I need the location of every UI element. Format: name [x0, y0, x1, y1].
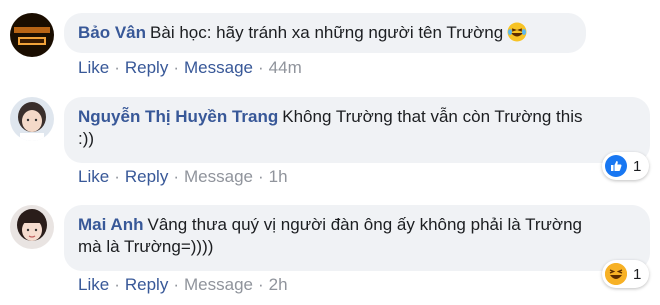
separator: · — [257, 167, 264, 186]
comment-actions: Like · Reply · Message · 1h — [78, 167, 288, 187]
like-reaction-icon — [605, 155, 627, 177]
separator: · — [257, 275, 264, 294]
comment-text-continued: :)) — [78, 129, 95, 148]
reply-link[interactable]: Reply — [125, 275, 168, 294]
reaction-summary[interactable]: 1 — [602, 260, 650, 288]
timestamp[interactable]: 44m — [269, 58, 302, 77]
comment-bubble: Mai Anh Vâng thưa quý vị người đàn ông ấy… — [64, 205, 650, 271]
separator: · — [114, 58, 120, 77]
comment-author[interactable]: Nguyễn Thị Huyền Trang — [78, 107, 278, 126]
message-link[interactable]: Message — [184, 58, 253, 77]
separator: · — [114, 167, 120, 186]
comment-text: Bài học: hãy tránh xa những người tên Tr… — [150, 23, 504, 42]
comment-line: Mai Anh Vâng thưa quý vị người đàn ông ấy… — [78, 214, 636, 236]
separator: · — [173, 58, 179, 77]
comment-line: Nguyễn Thị Huyền Trang Không Trường that … — [78, 106, 636, 128]
reaction-summary[interactable]: 1 — [602, 152, 650, 180]
like-link[interactable]: Like — [78, 167, 109, 186]
message-link[interactable]: Message — [184, 275, 253, 294]
avatar[interactable] — [10, 13, 54, 57]
comment-bubble: Nguyễn Thị Huyền Trang Không Trường that … — [64, 97, 650, 163]
comment-text-continued: mà là Trường=)))) — [78, 237, 214, 256]
reaction-count: 1 — [633, 157, 642, 175]
laughing-tears-emoji-icon — [507, 22, 527, 42]
separator: · — [173, 275, 179, 294]
avatar[interactable] — [10, 205, 54, 249]
reaction-count: 1 — [633, 265, 642, 283]
comment-text: Vâng thưa quý vị người đàn ông ấy không … — [147, 215, 582, 234]
separator: · — [114, 275, 120, 294]
like-link[interactable]: Like — [78, 58, 109, 77]
avatar[interactable] — [10, 97, 54, 141]
reply-link[interactable]: Reply — [125, 167, 168, 186]
comment-actions: Like · Reply · Message · 2h — [78, 275, 288, 295]
separator: · — [257, 58, 264, 77]
comment-text: Không Trường that vẫn còn Trường this — [282, 107, 583, 126]
like-link[interactable]: Like — [78, 275, 109, 294]
comment-author[interactable]: Bảo Vân — [78, 23, 146, 42]
comment-bubble: Bảo Vân Bài học: hãy tránh xa những người… — [64, 13, 586, 53]
comment-actions: Like · Reply · Message · 44m — [78, 58, 302, 78]
comment-author[interactable]: Mai Anh — [78, 215, 143, 234]
timestamp[interactable]: 1h — [269, 167, 288, 186]
separator: · — [173, 167, 179, 186]
message-link[interactable]: Message — [184, 167, 253, 186]
reply-link[interactable]: Reply — [125, 58, 168, 77]
timestamp[interactable]: 2h — [269, 275, 288, 294]
haha-reaction-icon — [605, 263, 627, 285]
